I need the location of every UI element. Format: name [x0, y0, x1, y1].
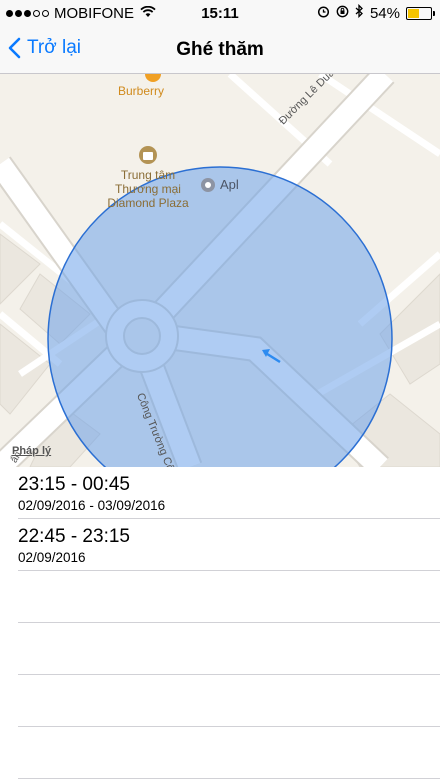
- poi-apl-label: Apl: [220, 177, 239, 192]
- empty-list-row: [18, 571, 440, 623]
- visit-row[interactable]: 22:45 - 23:15 02/09/2016: [18, 519, 440, 571]
- battery-fill: [408, 8, 419, 18]
- poi-mall-label-line2: Thương mại: [115, 182, 181, 196]
- page-title: Ghé thăm: [176, 39, 264, 60]
- battery-icon: [406, 6, 435, 20]
- visit-time-range: 23:15 - 00:45: [18, 474, 130, 495]
- bluetooth-icon: [355, 3, 364, 22]
- status-right: 54%: [317, 3, 435, 22]
- visit-date: 02/09/2016 - 03/09/2016: [18, 498, 166, 513]
- empty-list-row: [18, 727, 440, 779]
- place-marker-icon: [201, 178, 215, 192]
- poi-burberry-label: Burberry: [118, 84, 165, 98]
- navigation-bar: Trở lại Ghé thăm: [0, 28, 440, 74]
- visit-date: 02/09/2016: [18, 550, 86, 565]
- visit-row[interactable]: 23:15 - 00:45 02/09/2016 - 03/09/2016: [18, 467, 440, 519]
- poi-mall-label-line3: Diamond Plaza: [107, 196, 189, 210]
- visit-time-range: 22:45 - 23:15: [18, 526, 130, 547]
- empty-list-row: [18, 623, 440, 675]
- empty-list-row: [18, 675, 440, 727]
- map-view[interactable]: Burberry Trung tâm Thương mại Diamond Pl…: [0, 74, 440, 467]
- status-bar: MOBIFONE 15:11 54%: [0, 0, 440, 28]
- visit-list: 23:15 - 00:45 02/09/2016 - 03/09/2016 22…: [0, 467, 440, 779]
- alarm-icon: [317, 5, 330, 22]
- battery-percent: 54%: [369, 4, 400, 22]
- map-canvas: [0, 74, 440, 467]
- lock-rotation-icon: [336, 5, 349, 22]
- poi-mall-label-line1: Trung tâm: [120, 168, 176, 182]
- poi-mall-label: Trung tâm Thương mại Diamond Plaza: [98, 168, 198, 210]
- shopping-bag-icon: [139, 146, 157, 164]
